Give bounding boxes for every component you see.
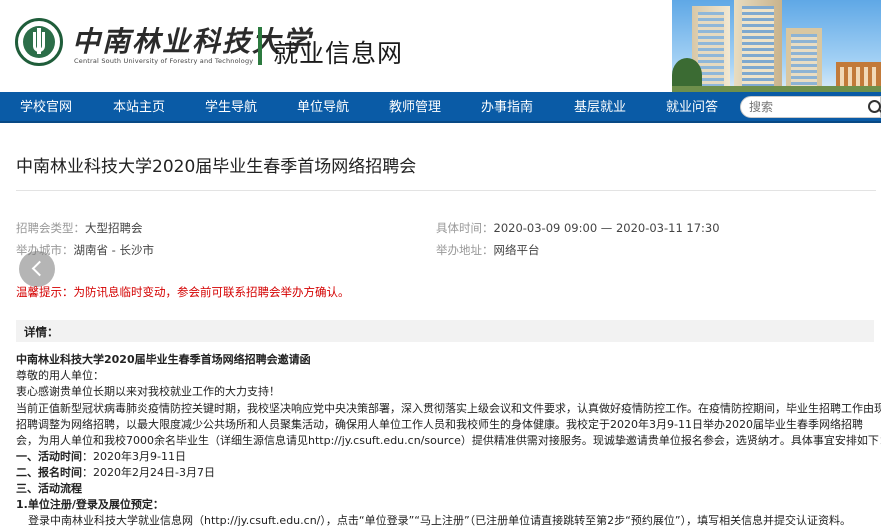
meta-address: 举办地址：网络平台: [436, 243, 540, 257]
nav-item-school-website[interactable]: 学校官网: [20, 92, 72, 123]
title-divider: [16, 190, 876, 191]
details-label: 详情：: [24, 325, 59, 339]
meta-time: 具体时间：2020-03-09 09:00 — 2020-03-11 17:30: [436, 221, 720, 235]
nav-item-teacher[interactable]: 教师管理: [389, 92, 441, 123]
nav-item-home[interactable]: 本站主页: [113, 92, 165, 123]
section-activity-process: 三、活动流程: [16, 482, 82, 495]
greeting: 尊敬的用人单位：: [16, 369, 104, 382]
university-logo-icon[interactable]: [15, 18, 63, 66]
nav-item-grassroots[interactable]: 基层就业: [574, 92, 626, 123]
step1-label: 1.单位注册/登录及展位预定：: [16, 498, 164, 511]
para1-line2: 招聘调整为网络招聘，以最大限度减少公共场所和人员聚集活动，确保用人单位工作人员和…: [16, 418, 863, 431]
school-name-english: Central South University of Forestry and…: [74, 57, 254, 65]
section-activity-time: 一、活动时间：2020年3月9-11日: [16, 450, 186, 463]
warm-tip: 温馨提示：为防讯息临时变动，参会前可联系招聘会举办方确认。: [16, 285, 350, 299]
header-divider: [258, 27, 262, 65]
para1-line3: 会，为用人单位和我校7000余名毕业生（详细生源信息请见http://jy.cs…: [16, 434, 881, 447]
details-header-bar: [16, 320, 874, 342]
thanks: 衷心感谢贵单位长期以来对我校就业工作的大力支持！: [16, 385, 280, 398]
site-header: 中南林业科技大学 Central South University of For…: [0, 0, 881, 92]
campus-building-banner: [672, 0, 881, 92]
para1-line1: 当前正值新型冠状病毒肺炎疫情防控关键时期，我校坚决响应党中央决策部署，深入贯彻落…: [16, 402, 881, 415]
section-registration-time: 二、报名时间：2020年2月24日-3月7日: [16, 466, 215, 479]
invitation-heading: 中南林业科技大学2020届毕业生春季首场网络招聘会邀请函: [16, 353, 311, 366]
nav-item-student[interactable]: 学生导航: [205, 92, 257, 123]
nav-item-faq[interactable]: 就业问答: [666, 92, 718, 123]
search-input[interactable]: [740, 96, 881, 118]
nav-item-guide[interactable]: 办事指南: [481, 92, 533, 123]
search-icon[interactable]: [868, 100, 881, 113]
back-arrow-button[interactable]: [19, 251, 55, 287]
site-name: 就业信息网: [273, 39, 404, 68]
step1-text: 登录中南林业科技大学就业信息网（http://jy.csuft.edu.cn/）…: [28, 514, 852, 527]
nav-item-employer[interactable]: 单位导航: [297, 92, 349, 123]
page-title: 中南林业科技大学2020届毕业生春季首场网络招聘会: [16, 157, 417, 177]
meta-fair-type: 招聘会类型：大型招聘会: [16, 221, 143, 235]
